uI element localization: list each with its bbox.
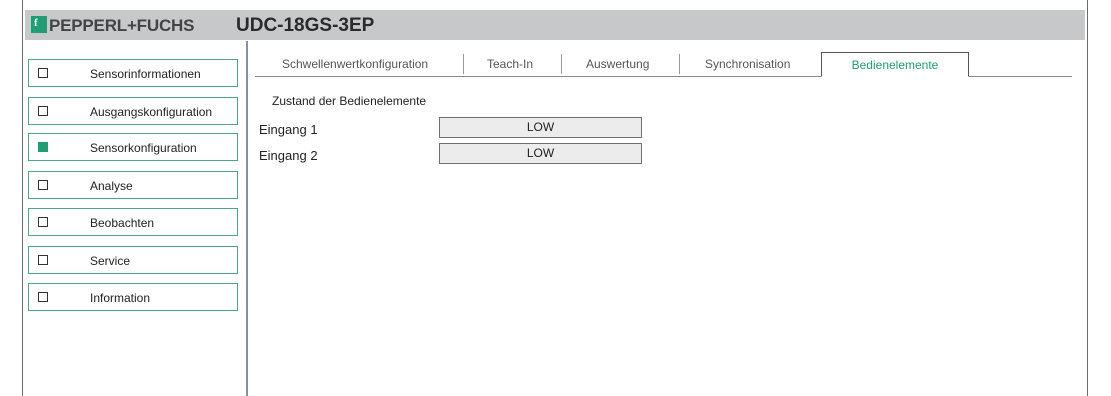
header-bar: f PEPPERL+FUCHS UDC-18GS-3EP — [25, 10, 1085, 40]
sidebar-item-analyse[interactable]: Analyse — [28, 171, 238, 199]
tab-separator — [561, 54, 562, 74]
sidebar-item-sensorkonfiguration[interactable]: Sensorkonfiguration — [28, 133, 238, 161]
tab-schwellenwertkonfiguration[interactable]: Schwellenwertkonfiguration — [282, 57, 428, 71]
section-title: Zustand der Bedienelemente — [272, 94, 427, 108]
checkbox-checked-icon — [38, 142, 48, 152]
tab-separator — [463, 54, 464, 74]
brand-name: PEPPERL+FUCHS — [49, 16, 195, 35]
sidebar-item-label: Sensorkonfiguration — [90, 141, 197, 155]
sidebar-divider — [246, 41, 248, 396]
checkbox-icon — [38, 292, 48, 302]
tab-separator — [679, 54, 680, 74]
sidebar-item-beobachten[interactable]: Beobachten — [28, 208, 238, 236]
sidebar-item-information[interactable]: Information — [28, 283, 238, 311]
device-title: UDC-18GS-3EP — [236, 15, 375, 36]
tab-bedienelemente[interactable]: Bedienelemente — [821, 52, 969, 77]
input-1-value: LOW — [439, 117, 642, 138]
sidebar-item-sensorinformationen[interactable]: Sensorinformationen — [28, 59, 238, 87]
tab-label: Bedienelemente — [851, 58, 939, 72]
sidebar-item-label: Ausgangskonfiguration — [90, 105, 213, 119]
input-2-value-text: LOW — [526, 146, 555, 160]
sidebar-item-label: Service — [90, 254, 131, 268]
checkbox-icon — [38, 255, 48, 265]
brand-logo-icon: f — [31, 16, 47, 33]
sidebar-item-label: Beobachten — [90, 216, 155, 230]
checkbox-icon — [38, 217, 48, 227]
brand-logo-glyph: f — [34, 17, 38, 29]
input-1-value-text: LOW — [526, 120, 555, 134]
checkbox-icon — [38, 106, 48, 116]
tab-teach-in[interactable]: Teach-In — [487, 57, 533, 71]
input-2-label: Eingang 2 — [259, 148, 318, 163]
sidebar-item-service[interactable]: Service — [28, 246, 238, 274]
input-1-label: Eingang 1 — [259, 122, 318, 137]
sidebar-item-label: Sensorinformationen — [90, 67, 201, 81]
checkbox-icon — [38, 68, 48, 78]
tab-synchronisation[interactable]: Synchronisation — [705, 57, 790, 71]
sidebar-item-label: Information — [90, 291, 151, 305]
tab-auswertung[interactable]: Auswertung — [586, 57, 649, 71]
checkbox-icon — [38, 180, 48, 190]
sidebar-item-ausgangskonfiguration[interactable]: Ausgangskonfiguration — [28, 97, 238, 125]
sidebar-item-label: Analyse — [90, 179, 133, 193]
input-2-value: LOW — [439, 143, 642, 164]
